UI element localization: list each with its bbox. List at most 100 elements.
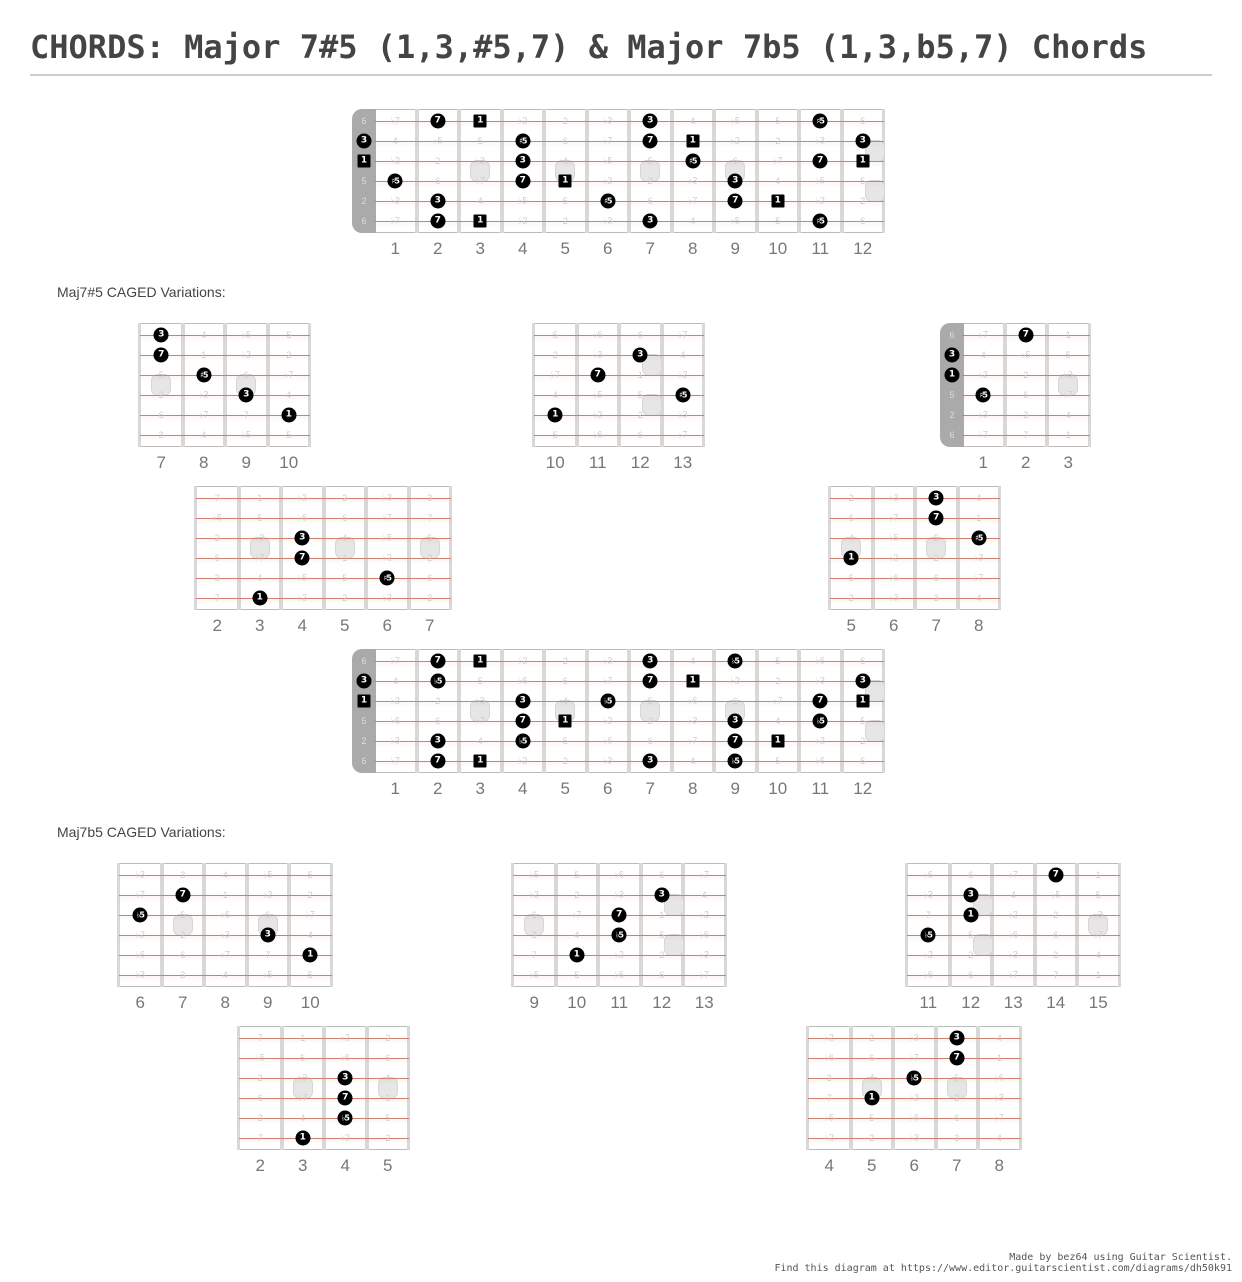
ghost-interval: 4 bbox=[775, 716, 781, 726]
ghost-interval: 4 bbox=[201, 330, 207, 340]
ghost-interval: ♭3 bbox=[889, 592, 899, 603]
fret-number: 10 bbox=[279, 453, 299, 472]
ghost-interval: 5 bbox=[860, 716, 866, 726]
ghost-interval: ♭3 bbox=[1063, 369, 1073, 380]
chord-tone-marker: 1 bbox=[357, 694, 371, 708]
ghost-interval: 5 bbox=[1095, 890, 1101, 900]
ghost-interval: ♭3 bbox=[923, 889, 933, 900]
chord-tone-marker: 1 bbox=[473, 114, 487, 128]
ghost-interval: 6 bbox=[647, 736, 653, 746]
ghost-interval: 6 bbox=[562, 676, 568, 686]
chord-tone-marker: 3 bbox=[654, 887, 670, 903]
chord-tone-marker: 1 bbox=[963, 907, 979, 923]
ghost-interval: 5 bbox=[300, 1053, 306, 1063]
fret-wire bbox=[1117, 863, 1121, 987]
fret-number: 7 bbox=[645, 779, 655, 798]
ghost-interval: ♭7 bbox=[550, 369, 560, 380]
ghost-interval: ♭3 bbox=[1008, 949, 1018, 960]
fret-wire bbox=[574, 323, 579, 447]
fret-number: 3 bbox=[1063, 453, 1073, 472]
chord-tone-marker: 3 bbox=[928, 490, 944, 506]
ghost-interval: ♭3 bbox=[475, 695, 485, 706]
ghost-interval: 6 bbox=[968, 870, 974, 880]
fret-inlay bbox=[864, 180, 885, 202]
ghost-interval: ♭5 bbox=[433, 135, 443, 146]
ghost-interval: 4 bbox=[869, 1073, 875, 1083]
ghost-interval: 7 bbox=[1023, 430, 1029, 440]
ghost-interval: ♭6 bbox=[220, 909, 230, 920]
ghost-interval: 2 bbox=[1023, 370, 1029, 380]
ghost-interval: ♭7 bbox=[978, 329, 988, 340]
ghost-interval: 4 bbox=[701, 890, 707, 900]
fret-wire bbox=[414, 649, 419, 773]
ghost-interval: 1 bbox=[659, 910, 665, 920]
guitar-string bbox=[140, 395, 310, 396]
fret-wire bbox=[542, 649, 546, 773]
open-string-interval: 6 bbox=[949, 330, 955, 340]
ghost-interval: ♭6 bbox=[815, 755, 825, 766]
ghost-interval: ♭7 bbox=[1008, 869, 1018, 880]
ghost-interval: 6 bbox=[860, 116, 866, 126]
fret-number: 1 bbox=[978, 453, 988, 472]
ghost-interval: 2 bbox=[385, 1133, 391, 1143]
ghost-interval: ♭6 bbox=[909, 1112, 919, 1123]
fret-wire bbox=[882, 649, 885, 773]
ghost-interval: ♭7 bbox=[255, 552, 265, 563]
ghost-interval: 4 bbox=[552, 390, 558, 400]
ghost-interval: 3 bbox=[427, 593, 433, 603]
fret-wire bbox=[627, 109, 631, 233]
ghost-interval: ♭3 bbox=[135, 969, 145, 980]
footer-link[interactable]: Find this diagram at https://www.editor.… bbox=[774, 1263, 1232, 1274]
fret-wire bbox=[723, 863, 727, 987]
ghost-interval: ♭7 bbox=[390, 755, 400, 766]
fret-number: 4 bbox=[518, 779, 528, 798]
nut bbox=[352, 649, 376, 773]
ghost-interval: 5 bbox=[1065, 350, 1071, 360]
fret-number: 2 bbox=[255, 1156, 265, 1175]
open-string-interval: 2 bbox=[361, 196, 367, 206]
ghost-interval: 6 bbox=[257, 1093, 263, 1103]
fret-number: 5 bbox=[383, 1156, 393, 1175]
chord-tone-marker: ♭5 bbox=[600, 693, 616, 709]
ghost-interval: ♭2 bbox=[297, 592, 307, 603]
chord-tone-marker: 1 bbox=[473, 754, 487, 768]
ghost-interval: 5 bbox=[562, 736, 568, 746]
chord-tone-marker: 3 bbox=[153, 327, 169, 343]
ghost-interval: ♭7 bbox=[390, 655, 400, 666]
chord-tone-marker: 1 bbox=[686, 674, 700, 688]
fret-number: 5 bbox=[340, 616, 350, 635]
ghost-interval: 6 bbox=[531, 910, 537, 920]
ghost-interval: 2 bbox=[342, 593, 348, 603]
ghost-interval: 2 bbox=[435, 696, 441, 706]
ghost-interval: 6 bbox=[732, 156, 738, 166]
ghost-interval: 3 bbox=[427, 493, 433, 503]
chord-tone-marker: 1 bbox=[547, 407, 563, 423]
fret-wire bbox=[407, 1026, 410, 1150]
guitar-string bbox=[374, 721, 884, 722]
ghost-interval: 6 bbox=[435, 716, 441, 726]
chord-tone-marker: ♯5 bbox=[196, 367, 212, 383]
chord-tone-marker: 7 bbox=[430, 113, 446, 129]
ghost-interval: 2 bbox=[647, 716, 653, 726]
maj7s5-variation-5: 2♭3346♭7714♭55♭61♭22♭35♭66♭72♭33437♯5156… bbox=[828, 486, 1001, 640]
chord-tone-marker: 7 bbox=[949, 1050, 965, 1066]
guitar-string bbox=[830, 598, 1000, 599]
ghost-interval: 6 bbox=[427, 573, 433, 583]
maj7b5-full-fretboard: 6 ♭7 7 1 ♭2 2 ♭3 3 4 ♭5 5 ♭6 6 3 4 ♭5 5 ♭6 6 ♭7 7 1 ♭2 2 ♭3 3 1 ♭2 2… bbox=[352, 649, 885, 803]
chord-tone-marker: 3 bbox=[632, 347, 648, 363]
ghost-interval: 6 bbox=[860, 656, 866, 666]
section-label-maj7s5: Maj7#5 CAGED Variations: bbox=[57, 284, 226, 300]
fret-number: 3 bbox=[255, 616, 265, 635]
ghost-interval: 4 bbox=[201, 430, 207, 440]
fret-number: 7 bbox=[156, 453, 166, 472]
fret-number: 12 bbox=[853, 239, 873, 258]
fret-wire bbox=[870, 486, 875, 610]
ghost-interval: 5 bbox=[968, 930, 974, 940]
ghost-interval: 7 bbox=[427, 513, 433, 523]
ghost-interval: ♭3 bbox=[699, 949, 709, 960]
ghost-interval: 1 bbox=[996, 1053, 1002, 1063]
ghost-interval: 6 bbox=[562, 136, 568, 146]
fret-number: 13 bbox=[1003, 993, 1023, 1012]
fret-wire bbox=[754, 109, 759, 233]
ghost-interval: ♭3 bbox=[994, 1092, 1004, 1103]
